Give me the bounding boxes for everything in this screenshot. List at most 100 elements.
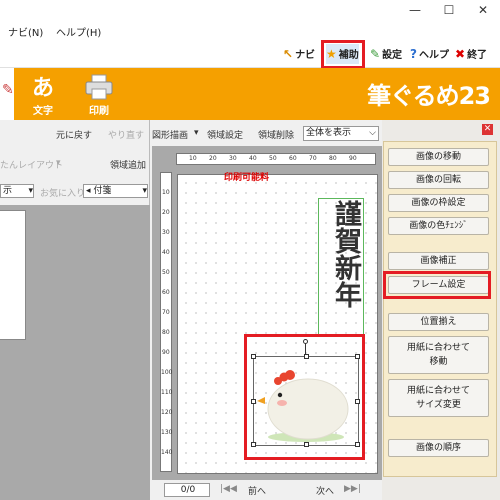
button-label: 画像の順序 <box>415 443 461 453</box>
add-area-button[interactable]: 領域追加 <box>110 158 146 171</box>
ruler-tick: 20 <box>162 209 170 216</box>
button-label: 画像補正 <box>420 256 457 266</box>
ruler-tick: 70 <box>309 155 317 162</box>
shuryo-button[interactable]: ✖ 終了 <box>455 44 487 64</box>
horizontal-ruler: 10 20 30 40 50 60 70 80 90 <box>176 153 376 165</box>
chevron-down-icon: ⌵ <box>369 128 376 138</box>
button-label: 用紙に合わせて サイズ変更 <box>406 386 470 410</box>
pen-icon: ✎ <box>2 82 14 98</box>
hojo-highlight <box>321 40 365 69</box>
cursor-icon: ↖ <box>283 47 294 61</box>
button-label: 用紙に合わせて 移動 <box>406 343 470 367</box>
shuryo-label: 終了 <box>467 50 488 61</box>
button-label: 位置揃え <box>420 317 457 327</box>
greeting-text[interactable]: 謹賀新年 <box>322 200 362 308</box>
ruler-tick: 50 <box>269 155 277 162</box>
zoom-select[interactable]: 全体を表示 ⌵ <box>303 126 379 141</box>
image-color-change-button[interactable]: 画像の色ﾁｪﾝｼﾞ <box>388 217 489 235</box>
print-ribbon-label: 印刷 <box>89 106 109 117</box>
help-label: ヘルプ <box>418 50 449 61</box>
navi-button[interactable]: ↖ ナビ <box>283 44 315 64</box>
ruler-tick: 80 <box>162 329 170 336</box>
prev-button[interactable]: 前へ <box>248 484 266 497</box>
close-x-icon: ✖ <box>455 47 466 61</box>
ruler-tick: 130 <box>161 429 173 436</box>
menu-navi[interactable]: ナビ(N) <box>8 24 43 39</box>
redo-button[interactable]: やり直す <box>108 128 144 141</box>
image-rotate-button[interactable]: 画像の回転 <box>388 171 489 189</box>
navi-label: ナビ <box>295 50 316 61</box>
title-bar: — ☐ ✕ <box>0 0 500 22</box>
attach-select-value: 付箋 <box>93 186 112 196</box>
ruler-tick: 30 <box>162 229 170 236</box>
ruler-tick: 30 <box>229 155 237 162</box>
zoom-select-value: 全体を表示 <box>306 128 352 138</box>
menu-help[interactable]: ヘルプ(H) <box>56 24 101 39</box>
chevron-down-icon: ▾ <box>56 158 61 168</box>
button-label: 画像の回転 <box>415 175 461 185</box>
layout-dropdown[interactable]: たんレイアウト <box>0 158 63 171</box>
print-ribbon-button[interactable]: 印刷 <box>76 74 122 118</box>
ruler-tick: 60 <box>289 155 297 162</box>
image-highlight <box>244 334 365 460</box>
attach-select[interactable]: ◂ 付箋 ▾ <box>83 184 148 198</box>
ruler-tick: 80 <box>329 155 337 162</box>
maximize-button[interactable]: ☐ <box>432 0 466 22</box>
printable-area-label: 印刷可能料 <box>224 173 270 183</box>
last-page-icon[interactable]: ▶▶| <box>344 484 361 494</box>
next-button[interactable]: 次へ <box>316 484 334 497</box>
ruler-tick: 20 <box>209 155 217 162</box>
app-logo: 筆ぐるめ23 <box>367 82 491 110</box>
image-order-button[interactable]: 画像の順序 <box>388 439 489 457</box>
ruler-tick: 40 <box>162 249 170 256</box>
fit-paper-resize-button[interactable]: 用紙に合わせて サイズ変更 <box>388 379 489 417</box>
area-delete-button[interactable]: 領域削除 <box>258 128 294 141</box>
ruler-tick: 110 <box>161 389 173 396</box>
image-move-button[interactable]: 画像の移動 <box>388 148 489 166</box>
area-setting-button[interactable]: 領域設定 <box>207 128 243 141</box>
settei-button[interactable]: ✎ 設定 <box>370 44 402 64</box>
ruler-tick: 10 <box>162 189 170 196</box>
ruler-tick: 40 <box>249 155 257 162</box>
ruler-tick: 10 <box>189 155 197 162</box>
page-counter[interactable]: 0/0 <box>164 483 210 497</box>
ribbon-active-tab[interactable]: ✎ <box>0 68 14 120</box>
image-correction-button[interactable]: 画像補正 <box>388 252 489 270</box>
button-label: 画像の移動 <box>415 152 461 162</box>
chevron-down-icon: ▾ <box>142 186 147 196</box>
first-page-icon[interactable]: |◀◀ <box>220 484 237 494</box>
page-navigation: 0/0 |◀◀ 前へ 次へ ▶▶| <box>152 480 382 500</box>
button-label: 画像の色ﾁｪﾝｼﾞ <box>409 221 468 231</box>
ruler-tick: 140 <box>161 449 173 456</box>
text-ribbon-button[interactable]: あ 文字 <box>20 74 66 118</box>
button-label: 画像の枠設定 <box>411 198 466 208</box>
ruler-tick: 50 <box>162 269 170 276</box>
vertical-ruler: 10 20 30 40 50 60 70 80 90 100 110 120 1… <box>160 172 172 472</box>
text-ribbon-label: 文字 <box>33 106 53 117</box>
favorites-label: お気に入り <box>40 189 86 199</box>
close-window-button[interactable]: ✕ <box>466 0 500 22</box>
shape-draw-button[interactable]: 図形描画 <box>152 128 188 141</box>
close-panel-icon[interactable]: ✕ <box>482 124 493 135</box>
settei-label: 設定 <box>382 50 403 61</box>
ruler-tick: 120 <box>161 409 173 416</box>
layout-preview-page[interactable] <box>0 210 26 340</box>
display-select-value: 示 <box>3 186 13 196</box>
undo-button[interactable]: 元に戻す <box>56 128 92 141</box>
chevron-down-icon: ▾ <box>28 186 33 196</box>
ruler-tick: 100 <box>161 369 173 376</box>
display-select[interactable]: 示 ▾ <box>0 184 34 198</box>
minimize-button[interactable]: — <box>398 0 432 22</box>
chevron-down-icon: ▾ <box>194 128 199 138</box>
image-frame-setting-button[interactable]: 画像の枠設定 <box>388 194 489 212</box>
menu-bar: ナビ(N) ヘルプ(H) <box>0 22 500 40</box>
fit-paper-move-button[interactable]: 用紙に合わせて 移動 <box>388 336 489 374</box>
frame-setting-highlight <box>383 271 491 299</box>
page-counter-value: 0/0 <box>180 485 196 495</box>
quick-toolbar: ↖ ナビ ★ 補助 ✎ 設定 ? ヘルプ ✖ 終了 <box>0 40 500 68</box>
align-position-button[interactable]: 位置揃え <box>388 313 489 331</box>
ruler-tick: 60 <box>162 289 170 296</box>
question-icon: ? <box>410 47 417 61</box>
ruler-tick: 70 <box>162 309 170 316</box>
help-button[interactable]: ? ヘルプ <box>410 44 449 64</box>
